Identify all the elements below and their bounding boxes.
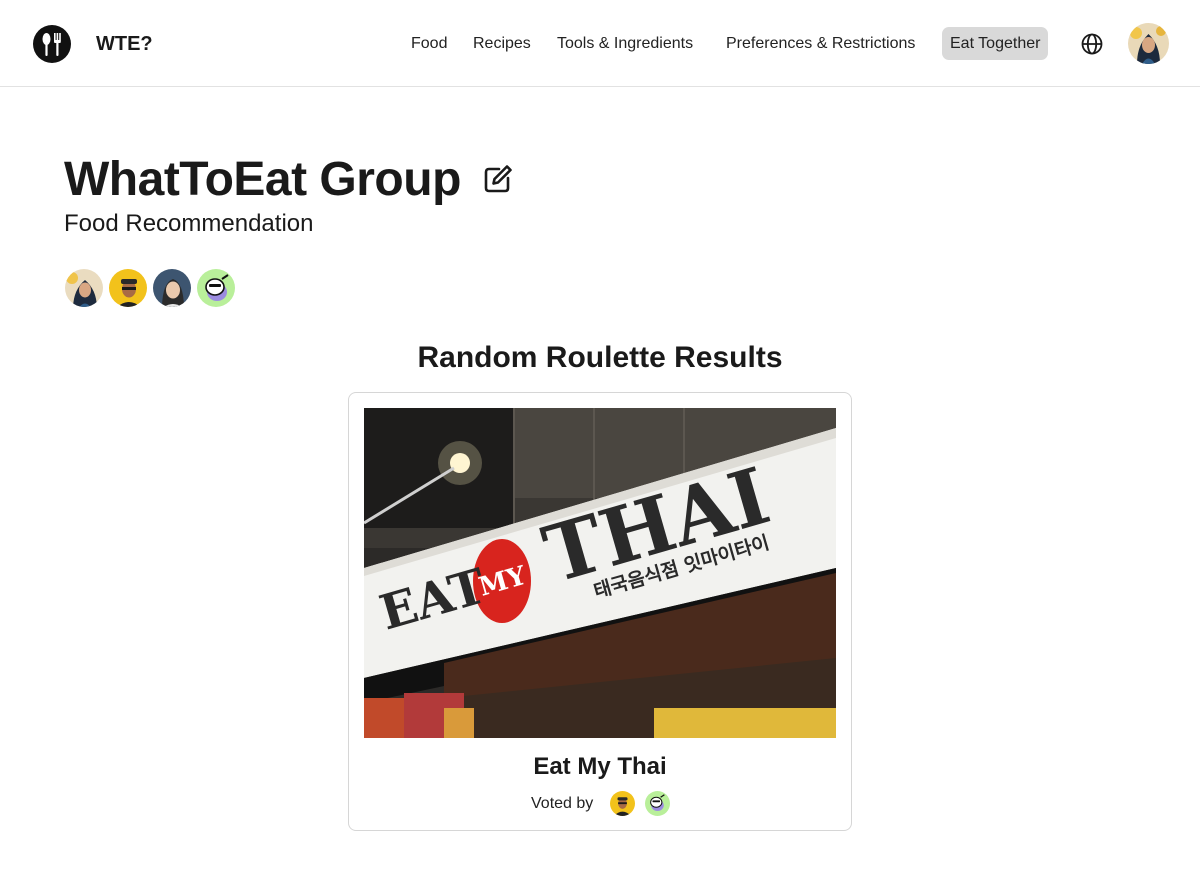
voted-by-label: Voted by xyxy=(531,795,594,812)
member-avatar[interactable] xyxy=(152,268,192,308)
voter-avatar[interactable] xyxy=(645,791,670,816)
nav-recipes[interactable]: Recipes xyxy=(473,27,531,60)
group-subtitle: Food Recommendation xyxy=(64,210,314,237)
voter-avatar[interactable] xyxy=(610,791,635,816)
restaurant-photo: EAT MY THAI 태국음식점 잇마이타이 xyxy=(364,408,836,738)
user-avatar[interactable] xyxy=(1128,23,1169,64)
nav-tools-ingredients[interactable]: Tools & Ingredients xyxy=(557,27,693,60)
restaurant-name: Eat My Thai xyxy=(533,753,667,780)
top-nav-bar: WTE? Food Recipes Tools & Ingredients Pr… xyxy=(0,0,1200,87)
results-heading: Random Roulette Results xyxy=(417,341,783,374)
globe-icon[interactable] xyxy=(1080,32,1104,56)
nav-preferences-restrictions[interactable]: Preferences & Restrictions xyxy=(726,27,915,60)
group-title: WhatToEat Group xyxy=(64,153,461,206)
member-avatar[interactable] xyxy=(108,268,148,308)
brand-name[interactable]: WTE? xyxy=(96,32,153,56)
result-card[interactable]: EAT MY THAI 태국음식점 잇마이타이 Eat My Thai Voted b… xyxy=(348,392,852,831)
nav-eat-together[interactable]: Eat Together xyxy=(942,27,1049,60)
edit-pencil-icon[interactable] xyxy=(482,163,514,195)
member-avatar[interactable] xyxy=(64,268,104,308)
fork-spoon-logo-icon[interactable] xyxy=(33,25,71,63)
nav-food[interactable]: Food xyxy=(411,27,447,60)
member-avatar[interactable] xyxy=(196,268,236,308)
